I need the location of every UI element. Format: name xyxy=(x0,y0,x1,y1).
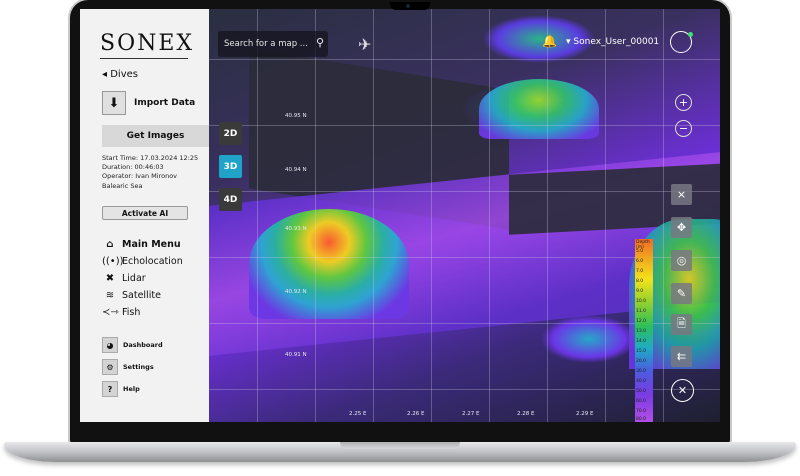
legend-tick: 80.0 xyxy=(636,417,647,422)
username: Sonex_User_00001 xyxy=(573,37,660,47)
legend-tick: 20.0 xyxy=(636,359,647,364)
legend-tick: 15.0 xyxy=(636,349,647,354)
get-images-button[interactable]: Get Images xyxy=(102,125,209,147)
start-time: Start Time: 17.03.2024 12:25 xyxy=(102,154,199,162)
legend-tick: 5.0 xyxy=(636,249,644,254)
nav-label: Main Menu xyxy=(122,239,181,250)
search-box: ⚲ xyxy=(218,31,328,57)
nav-label: Satellite xyxy=(122,290,161,301)
search-icon[interactable]: ⚲ xyxy=(316,36,324,49)
sidebar: SONEX ◂ Dives ⬇ Import Data Get Images S… xyxy=(80,9,209,422)
locate-icon[interactable]: ◎ xyxy=(671,250,692,271)
nav-label: Fish xyxy=(122,307,141,318)
search-input[interactable] xyxy=(224,36,309,52)
legend-tick: 6.0 xyxy=(636,259,644,264)
legend-tick: 30.0 xyxy=(636,369,647,374)
main-nav: ⌂ Main Menu ((•)) Echolocation ✖ Lidar ≋… xyxy=(102,236,183,321)
collapse-icon[interactable]: ⨯ xyxy=(671,184,692,205)
secondary-nav: ◕ Dashboard ⚙ Settings ? Help xyxy=(102,334,163,400)
share-icon[interactable]: ⇇ xyxy=(671,346,692,367)
ruler-icon[interactable]: ✎ xyxy=(671,283,692,304)
legend-tick: 40.0 xyxy=(636,379,647,384)
nav-item-settings[interactable]: ⚙ Settings xyxy=(102,356,163,378)
nav-label: Lidar xyxy=(122,273,146,284)
document-icon[interactable]: 🗎 xyxy=(671,314,692,335)
drone-icon: ✖ xyxy=(105,273,115,284)
duration: Duration: 00:46:03 xyxy=(102,163,164,172)
question-icon: ? xyxy=(102,381,118,397)
nav-item-help[interactable]: ? Help xyxy=(102,378,163,400)
depth-legend: Depth (m) 5.0 6.0 7.0 8.0 9.0 10.0 11.0 … xyxy=(635,239,653,422)
zoom-out-icon[interactable]: − xyxy=(675,120,692,137)
back-to-dives-link[interactable]: ◂ Dives xyxy=(102,69,138,80)
view-3d-button[interactable]: 3D xyxy=(219,155,242,178)
download-icon: ⬇ xyxy=(102,91,126,115)
lat-label: 40.94 N xyxy=(285,167,307,173)
lon-label: 2.27 E xyxy=(462,411,480,417)
lon-label: 2.26 E xyxy=(407,411,425,417)
app-screen: 40.95 N 40.94 N 40.93 N 40.92 N 40.91 N … xyxy=(80,9,720,422)
bell-icon[interactable]: 🔔 xyxy=(542,34,557,48)
laptop-base xyxy=(0,440,800,476)
legend-tick: 7.0 xyxy=(636,269,644,274)
sub-nav-label: Dashboard xyxy=(123,341,163,349)
view-2d-button[interactable]: 2D xyxy=(219,122,242,145)
wifi-icon: ≋ xyxy=(105,290,115,301)
nav-item-echolocation[interactable]: ((•)) Echolocation xyxy=(102,253,183,270)
camera-notch xyxy=(390,2,430,10)
nav-item-lidar[interactable]: ✖ Lidar xyxy=(102,270,183,287)
home-icon: ⌂ xyxy=(106,239,114,250)
lon-label: 2.28 E xyxy=(517,411,535,417)
import-data-button[interactable]: ⬇ Import Data xyxy=(102,91,202,115)
zoom-in-icon[interactable]: + xyxy=(675,94,692,111)
nav-item-fish[interactable]: ≺⇾ Fish xyxy=(102,304,183,321)
lon-label: 2.29 E xyxy=(576,411,594,417)
close-icon[interactable]: ✕ xyxy=(671,379,694,402)
fish-icon: ≺⇾ xyxy=(102,307,119,318)
lat-label: 40.93 N xyxy=(285,226,307,232)
avatar[interactable] xyxy=(670,31,693,53)
user-menu[interactable]: ▾ Sonex_User_00001 xyxy=(566,37,659,47)
legend-tick: 10.0 xyxy=(636,299,647,304)
sonar-icon: ((•)) xyxy=(102,256,124,267)
legend-tick: 9.0 xyxy=(636,289,644,294)
chevron-left-icon: ◂ xyxy=(102,69,108,80)
gauge-icon: ◕ xyxy=(102,337,118,353)
legend-tick: 13.0 xyxy=(636,329,647,334)
sub-nav-label: Settings xyxy=(123,363,154,371)
drone-icon[interactable]: ✈ xyxy=(358,35,371,54)
nav-label: Echolocation xyxy=(122,256,183,267)
legend-tick: 11.0 xyxy=(636,309,647,314)
view-mode-switcher: 2D 3D 4D xyxy=(219,122,242,221)
view-4d-button[interactable]: 4D xyxy=(219,188,242,211)
dive-info: Start Time: 17.03.2024 12:25 Duration: 0… xyxy=(102,154,198,191)
lat-label: 40.92 N xyxy=(285,289,307,295)
lon-label: 2.25 E xyxy=(349,411,367,417)
laptop-base-notch xyxy=(340,442,460,449)
move-icon[interactable]: ✥ xyxy=(671,217,692,238)
lat-label: 40.95 N xyxy=(285,113,307,119)
legend-tick: 12.0 xyxy=(636,319,647,324)
sub-nav-label: Help xyxy=(123,385,140,393)
nav-item-main-menu[interactable]: ⌂ Main Menu xyxy=(102,236,183,253)
nav-item-dashboard[interactable]: ◕ Dashboard xyxy=(102,334,163,356)
logo-underline xyxy=(100,58,188,59)
nav-item-satellite[interactable]: ≋ Satellite xyxy=(102,287,183,304)
lat-label: 40.91 N xyxy=(285,352,307,358)
legend-tick: 8.0 xyxy=(636,279,644,284)
gear-icon: ⚙ xyxy=(102,359,118,375)
location: Balearic Sea xyxy=(102,181,143,190)
activate-ai-button[interactable]: Activate AI xyxy=(102,206,188,220)
legend-tick: 70.0 xyxy=(636,409,647,414)
operator: Operator: Ivan Mironov xyxy=(102,172,178,181)
legend-tick: 60.0 xyxy=(636,399,647,404)
back-label: Dives xyxy=(110,69,138,80)
legend-tick: 14.0 xyxy=(636,339,647,344)
logo: SONEX xyxy=(100,31,195,56)
import-label: Import Data xyxy=(134,98,196,108)
legend-tick: 50.0 xyxy=(636,389,647,394)
